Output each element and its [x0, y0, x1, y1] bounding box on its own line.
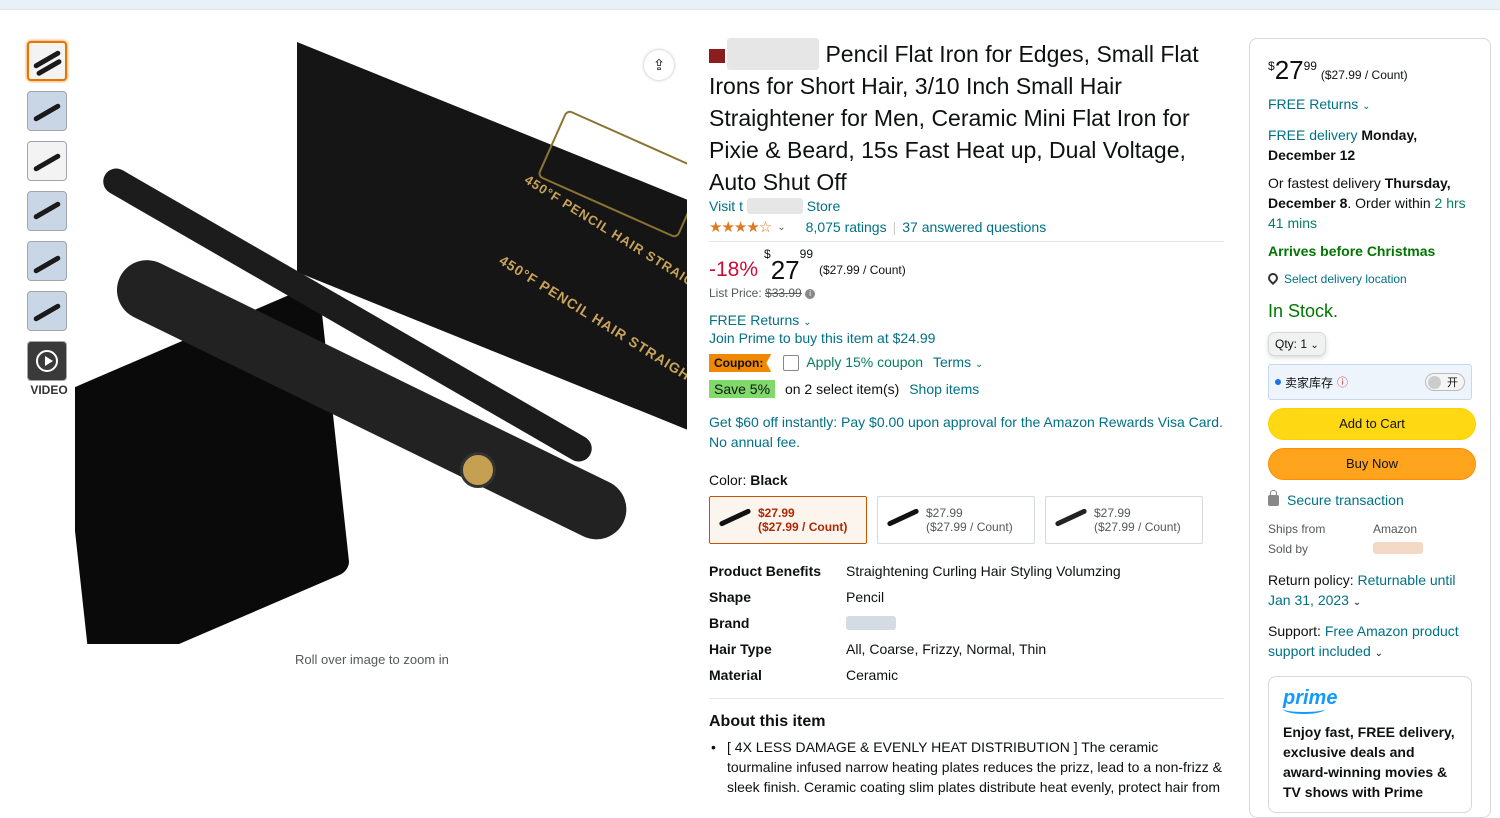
- unit-price: ($27.99 / Count): [819, 263, 906, 277]
- info-icon[interactable]: i: [805, 288, 816, 299]
- play-icon: [36, 350, 58, 372]
- price-fraction: 99: [799, 247, 813, 261]
- price-row: -18% $ 27 99 ($27.99 / Count): [709, 247, 906, 285]
- swatch-image: [716, 503, 752, 537]
- thumbnail-3[interactable]: [27, 141, 67, 181]
- quantity-select[interactable]: Qty: 1 ⌄: [1268, 332, 1326, 356]
- status-dot-icon: [1275, 379, 1281, 385]
- coupon-text[interactable]: Apply 15% coupon: [806, 354, 923, 370]
- secure-transaction-link[interactable]: Secure transaction: [1268, 489, 1472, 508]
- buy-now-button[interactable]: Buy Now: [1268, 448, 1476, 480]
- fastest-delivery: Or fastest delivery Thursday, December 8…: [1268, 175, 1466, 231]
- rating-row: ★★★★☆ ⌄ 8,075 ratings | 37 answered ques…: [709, 218, 1224, 242]
- return-policy: Return policy: Returnable until Jan 31, …: [1268, 572, 1456, 608]
- brand-name-blurred: XXXXXX: [727, 38, 820, 70]
- product-title: XXXXXX Pencil Flat Iron for Edges, Small…: [709, 38, 1224, 198]
- main-product-image[interactable]: 450°F PENCIL HAIR STRAIGHTENER 450°F PEN…: [75, 42, 687, 644]
- thumbnail-1[interactable]: [27, 41, 67, 81]
- brand-blurred: [846, 616, 896, 630]
- swatch-image: [1052, 503, 1088, 537]
- chevron-down-icon[interactable]: ⌄: [777, 222, 785, 233]
- christmas-badge: Arrives before Christmas: [1268, 243, 1436, 259]
- thumbnail-5[interactable]: [27, 241, 67, 281]
- shop-items-link[interactable]: Shop items: [909, 381, 979, 397]
- delivery-info: FREE delivery Monday, December 12: [1268, 127, 1418, 163]
- help-icon[interactable]: ⓘ: [1337, 374, 1348, 390]
- about-bullet: [ 4X LESS DAMAGE & EVENLY HEAT DISTRIBUT…: [709, 737, 1224, 797]
- coupon-row: Coupon: Apply 15% coupon Terms ⌄: [709, 354, 1224, 372]
- prime-logo: prime: [1283, 687, 1338, 709]
- product-details: XXXXXX Pencil Flat Iron for Edges, Small…: [709, 38, 1224, 797]
- chevron-down-icon: ⌄: [1310, 340, 1319, 351]
- color-label: Color: Black: [709, 472, 788, 488]
- save-row: Save 5% on 2 select item(s) Shop items: [709, 380, 1224, 398]
- chevron-down-icon: ⌄: [803, 317, 812, 328]
- save-text: on 2 select item(s): [784, 381, 900, 397]
- ship-sold-info: Ships from Amazon Sold by: [1268, 522, 1472, 562]
- spec-row: Shape Pencil: [709, 589, 885, 605]
- thumbnail-4[interactable]: [27, 191, 67, 231]
- coupon-checkbox[interactable]: [783, 355, 800, 372]
- spec-row: Hair Type All, Coarse, Frizzy, Normal, Th…: [709, 641, 1047, 657]
- specs-table: Product Benefits Straightening Curling Ha…: [709, 558, 1224, 699]
- discount-percent: -18%: [709, 258, 759, 281]
- free-returns-link[interactable]: FREE Returns ⌄: [709, 312, 1224, 328]
- visa-offer-link[interactable]: Get $60 off instantly: Pay $0.00 upon ap…: [709, 412, 1224, 452]
- seller-blurred: [1373, 542, 1423, 554]
- share-icon[interactable]: ⇪: [644, 50, 674, 80]
- spec-row: Material Ceramic: [709, 667, 899, 683]
- list-price: List Price: $33.99 i: [709, 286, 1224, 300]
- location-pin-icon: [1265, 270, 1281, 286]
- coupon-terms-link[interactable]: Terms ⌄: [933, 354, 983, 370]
- swatch-2[interactable]: $27.99 ($27.99 / Count): [877, 496, 1035, 544]
- store-link[interactable]: Visit t XXXXXX Store: [709, 198, 1224, 214]
- top-banner: [0, 0, 1500, 10]
- about-heading: About this item: [709, 713, 826, 730]
- spec-row: Brand: [709, 610, 1224, 636]
- answered-questions-link[interactable]: 37 answered questions: [902, 219, 1046, 235]
- stock-status: In Stock.: [1268, 301, 1339, 321]
- ratings-link[interactable]: 8,075 ratings: [806, 219, 887, 235]
- color-swatches: $27.99 ($27.99 / Count) $27.99 ($27.99 / C…: [709, 496, 1224, 544]
- thumbnail-2[interactable]: [27, 91, 67, 131]
- video-label: VIDEO: [30, 383, 68, 397]
- join-prime-link[interactable]: Join Prime to buy this item at $24.99: [709, 330, 1224, 346]
- buybox-price: $2799 ($27.99 / Count): [1268, 55, 1408, 85]
- iron-button: [460, 452, 496, 488]
- add-to-cart-button[interactable]: Add to Cart: [1268, 408, 1476, 440]
- star-rating-icon[interactable]: ★★★★☆: [709, 218, 772, 236]
- delivery-location-link[interactable]: Select delivery location: [1265, 269, 1472, 289]
- lock-icon: [1268, 489, 1279, 506]
- swatch-black[interactable]: $27.99 ($27.99 / Count): [709, 496, 867, 544]
- thumbnail-list: VIDEO: [27, 41, 71, 397]
- brand-logo-blurred: [709, 48, 725, 63]
- price-whole: 27: [770, 255, 800, 285]
- support-info: Support: Free Amazon product support inc…: [1268, 623, 1459, 659]
- plugin-toggle[interactable]: 开: [1425, 373, 1465, 391]
- swatch-3[interactable]: $27.99 ($27.99 / Count): [1045, 496, 1203, 544]
- prime-promo-text: Enjoy fast, FREE delivery, exclusive dea…: [1283, 724, 1455, 800]
- spec-row: Product Benefits Straightening Curling Ha…: [709, 563, 1121, 579]
- video-thumbnail[interactable]: [27, 341, 67, 381]
- zoom-hint: Roll over image to zoom in: [295, 652, 449, 667]
- seller-stock-plugin: 卖家库存 ⓘ 开: [1268, 364, 1472, 400]
- thumbnail-6[interactable]: [27, 291, 67, 331]
- buybox-free-returns[interactable]: FREE Returns ⌄: [1268, 94, 1472, 117]
- buy-box: $2799 ($27.99 / Count) FREE Returns ⌄ FR…: [1249, 38, 1491, 818]
- swatch-image: [884, 503, 920, 537]
- prime-promo[interactable]: prime Enjoy fast, FREE delivery, exclusi…: [1268, 676, 1472, 813]
- coupon-badge: Coupon:: [709, 354, 772, 372]
- save-badge: Save 5%: [709, 380, 776, 398]
